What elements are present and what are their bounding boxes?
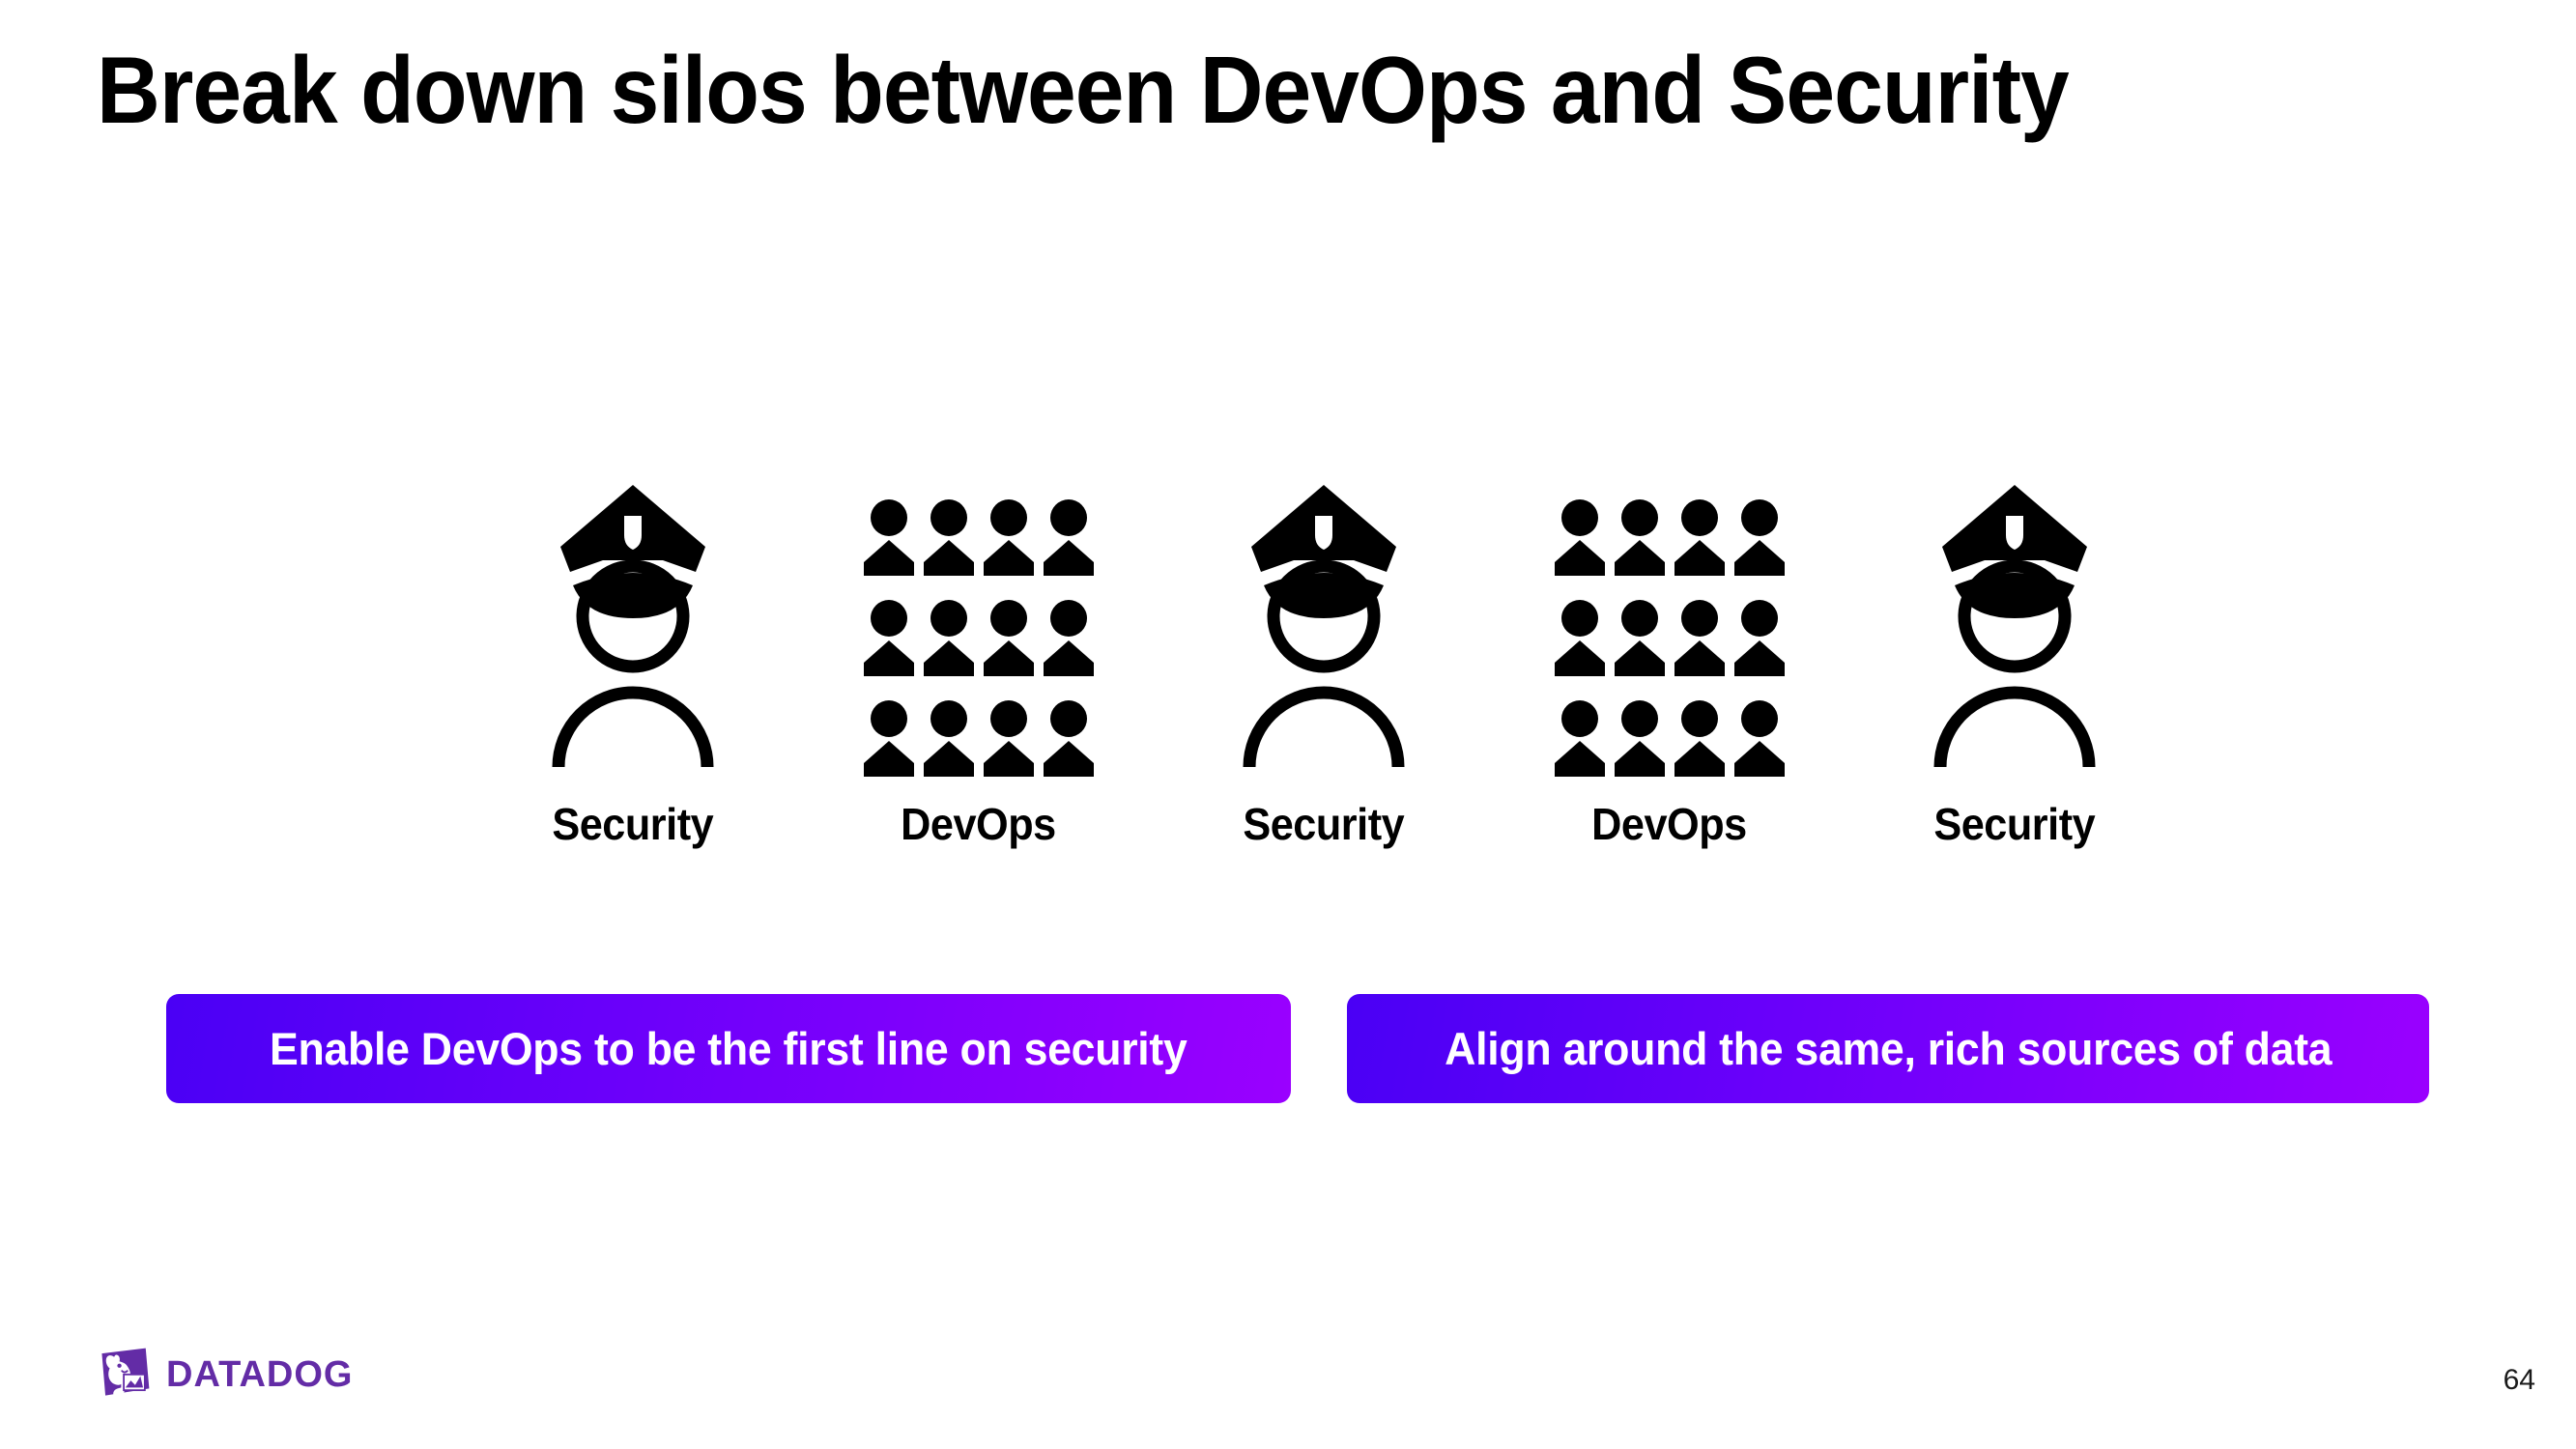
callout-align-data[interactable]: Align around the same, rich sources of d… [1347,994,2429,1103]
person-icon [923,599,974,676]
person-icon [1674,699,1725,777]
page-title: Break down silos between DevOps and Secu… [97,37,2070,143]
person-icon [1733,498,1785,576]
diagram-group-devops-1: DevOps [863,458,1094,850]
person-icon [983,498,1034,576]
security-officer-icon [1923,477,2106,777]
datadog-dog-icon [97,1345,153,1406]
security-officer-icon [541,477,725,777]
person-icon [1733,599,1785,676]
person-icon [1043,699,1094,777]
person-icon [1043,599,1094,676]
callout-label: Enable DevOps to be the first line on se… [270,1023,1188,1074]
callout-enable-devops[interactable]: Enable DevOps to be the first line on se… [166,994,1291,1103]
person-icon [1043,498,1094,576]
person-icon [923,699,974,777]
security-officer-icon [1232,477,1416,777]
person-icon [1554,498,1605,576]
people-grid [863,498,1094,777]
security-officer-figure [1232,458,1416,777]
silos-diagram: Security DevOps Security DevOps Security [541,415,2106,850]
group-label: DevOps [1591,799,1747,849]
group-label: DevOps [901,799,1056,849]
datadog-wordmark: DATADOG [166,1354,354,1395]
datadog-logo: DATADOG [97,1345,353,1406]
callout-label: Align around the same, rich sources of d… [1444,1023,2333,1074]
diagram-group-security-2: Security [1232,458,1416,850]
person-icon [1554,599,1605,676]
security-officer-figure [541,458,725,777]
group-label: Security [1933,799,2096,849]
group-label: Security [552,799,714,849]
person-icon [1674,599,1725,676]
person-icon [923,498,974,576]
person-icon [863,699,914,777]
diagram-group-security-4: Security [1923,458,2106,850]
person-icon [1733,699,1785,777]
person-icon [983,699,1034,777]
group-label: Security [1243,799,1405,849]
person-icon [863,599,914,676]
page-number: 64 [2503,1364,2535,1396]
person-icon [983,599,1034,676]
devops-people-figure [1554,458,1785,777]
security-officer-figure [1923,458,2106,777]
person-icon [1554,699,1605,777]
people-grid [1554,498,1785,777]
diagram-group-devops-3: DevOps [1554,458,1785,850]
diagram-group-security-0: Security [541,458,725,850]
person-icon [1614,599,1665,676]
person-icon [1614,699,1665,777]
person-icon [863,498,914,576]
person-icon [1614,498,1665,576]
person-icon [1674,498,1725,576]
devops-people-figure [863,458,1094,777]
